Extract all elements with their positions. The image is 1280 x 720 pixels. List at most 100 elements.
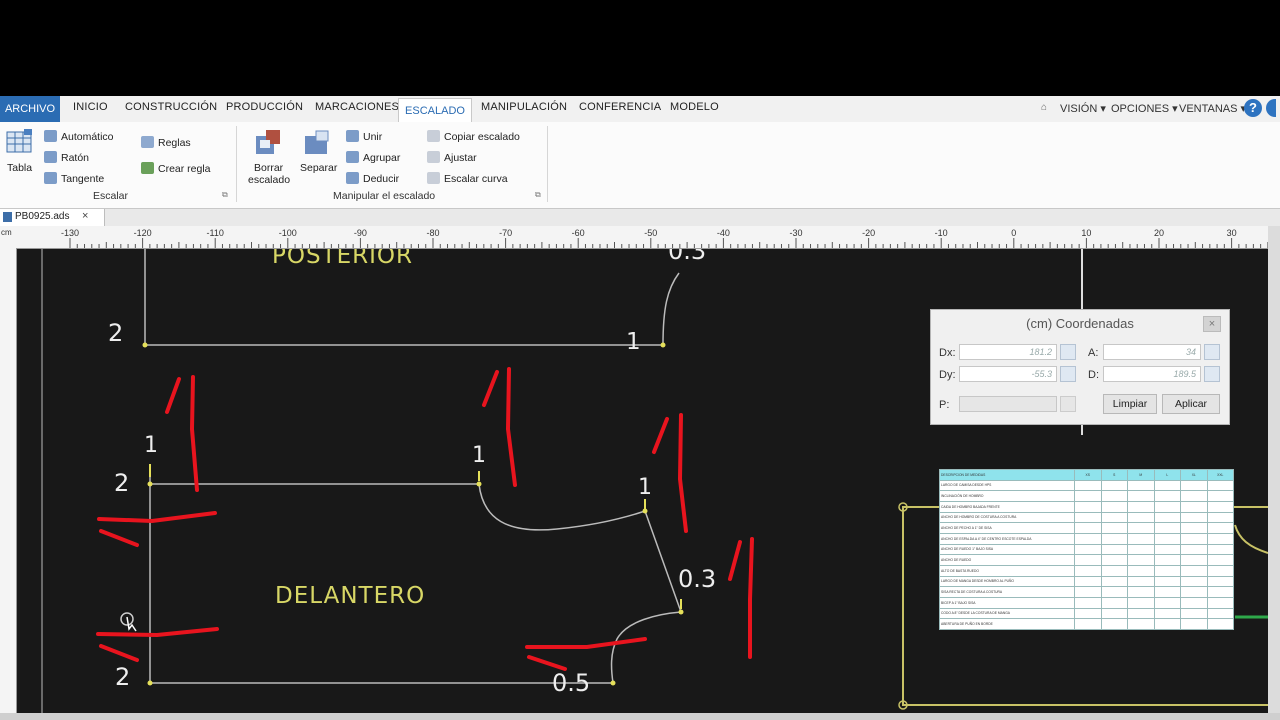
vertical-scrollbar[interactable] xyxy=(1268,226,1280,716)
reglas-icon xyxy=(141,136,154,148)
escalar-curva-label: Escalar curva xyxy=(444,173,508,185)
dialog-launcher-icon[interactable]: ⧉ xyxy=(535,190,541,200)
tab-construccion[interactable]: CONSTRUCCIÓN xyxy=(125,101,217,113)
eraser-icon xyxy=(256,130,280,154)
tab-produccion[interactable]: PRODUCCIÓN xyxy=(226,101,303,113)
measure-value-cell xyxy=(1206,586,1234,598)
measure-value-cell xyxy=(1127,618,1155,630)
measure-value-cell xyxy=(1074,500,1102,513)
red-mark xyxy=(99,529,139,547)
lock-icon[interactable] xyxy=(1204,344,1220,360)
ribbon-tab-bar: ARCHIVO INICIO CONSTRUCCIÓN PRODUCCIÓN M… xyxy=(0,96,1280,123)
measure-value-cell xyxy=(1206,500,1234,513)
agrupar-button[interactable]: Agrupar xyxy=(346,151,400,164)
menu-ventanas[interactable]: VENTANAS ▾ xyxy=(1179,102,1246,115)
lock-icon[interactable] xyxy=(1204,366,1220,382)
measure-value-cell xyxy=(1180,500,1208,513)
crear-regla-label: Crear regla xyxy=(158,163,211,175)
tab-modelo[interactable]: MODELO xyxy=(670,101,719,113)
document-tab[interactable]: PB0925.ads × xyxy=(0,209,105,226)
aplicar-button[interactable]: Aplicar xyxy=(1162,394,1220,414)
help-icon-partial[interactable] xyxy=(1266,99,1276,117)
frame-curve xyxy=(1234,524,1268,554)
red-mark xyxy=(525,637,647,649)
menu-vision[interactable]: VISIÓN ▾ xyxy=(1060,102,1106,115)
tab-escalado[interactable]: ESCALADO xyxy=(398,98,472,123)
measure-value-cell xyxy=(1127,554,1155,566)
table-row: LARGO DE MANGA DESDE HOMBRO AL PUÑO xyxy=(939,575,1234,588)
red-mark xyxy=(527,655,567,671)
deducir-button[interactable]: Deducir xyxy=(346,172,399,185)
ruler-ticks xyxy=(69,238,1268,248)
coordinates-dialog: (cm) Coordenadas × Dx: 181.2 Dy: -55.3 A… xyxy=(930,309,1230,425)
measure-value-cell xyxy=(1153,543,1181,556)
tab-conferencia[interactable]: CONFERENCIA xyxy=(579,101,661,113)
tangente-label: Tangente xyxy=(61,173,105,185)
measure-value-cell xyxy=(1180,586,1208,598)
grade-point xyxy=(678,609,684,615)
dy-field[interactable]: -55.3 xyxy=(959,366,1057,382)
grade-point xyxy=(610,680,616,686)
copiar-escalado-button[interactable]: Copiar escalado xyxy=(427,130,520,143)
piece-label-delantero: DELANTERO xyxy=(275,583,426,609)
escalar-curva-button[interactable]: Escalar curva xyxy=(427,172,508,185)
dy-label: Dy: xyxy=(939,369,956,381)
borrar-escalado-button[interactable] xyxy=(252,128,284,158)
measure-value-cell xyxy=(1206,511,1234,524)
borrar-label-2: escalado xyxy=(248,174,291,186)
measure-value-cell xyxy=(1127,564,1155,577)
red-mark xyxy=(728,540,742,581)
crear-regla-button[interactable]: Crear regla xyxy=(141,162,211,175)
measure-label-cell: LARGO DE MANGA DESDE HOMBRO AL PUÑO xyxy=(939,575,1075,588)
ajustar-button[interactable]: Ajustar xyxy=(427,151,477,164)
tab-archivo[interactable]: ARCHIVO xyxy=(0,96,60,122)
table-header-row: DESCRIPCION DE MEDIDAS XS S M L XL XXL xyxy=(939,469,1234,481)
measure-value-cell xyxy=(1153,618,1181,630)
lock-icon[interactable] xyxy=(1060,344,1076,360)
close-icon[interactable]: × xyxy=(1203,316,1221,332)
tab-inicio[interactable]: INICIO xyxy=(73,101,108,113)
close-icon[interactable]: × xyxy=(82,210,88,222)
tab-manipulacion[interactable]: MANIPULACIÓN xyxy=(481,101,567,113)
measure-value-cell xyxy=(1100,490,1128,502)
d-field[interactable]: 189.5 xyxy=(1103,366,1201,382)
raton-button[interactable]: Ratón xyxy=(44,151,89,164)
measure-value-cell xyxy=(1180,618,1208,630)
size-spec-table: DESCRIPCION DE MEDIDAS XS S M L XL XXL LARGO DE… xyxy=(939,469,1234,630)
group-escalar-label: Escalar xyxy=(93,190,129,202)
measure-value-cell xyxy=(1074,554,1102,566)
home-icon[interactable]: ⌂ xyxy=(1041,102,1047,113)
grade-point xyxy=(142,342,148,348)
p-label: P: xyxy=(939,399,950,411)
table-row: ABERTURA DE PUÑO EN BORDE xyxy=(939,618,1234,630)
measure-value-cell xyxy=(1206,607,1234,620)
limpiar-button[interactable]: Limpiar xyxy=(1103,394,1157,414)
tangente-button[interactable]: Tangente xyxy=(44,172,104,185)
separar-button[interactable] xyxy=(302,128,334,158)
measure-value-cell xyxy=(1074,532,1102,545)
help-button[interactable]: ? xyxy=(1244,99,1262,117)
table-row: ANCHO DE RUEDO xyxy=(939,554,1234,566)
automatico-label: Automático xyxy=(61,131,114,143)
tabla-button[interactable] xyxy=(4,128,34,156)
crear-regla-icon xyxy=(141,162,154,174)
dialog-launcher-icon[interactable]: ⧉ xyxy=(222,190,228,200)
dx-field[interactable]: 181.2 xyxy=(959,344,1057,360)
reglas-button[interactable]: Reglas xyxy=(141,136,191,149)
measure-value-cell xyxy=(1153,564,1181,577)
unir-button[interactable]: Unir xyxy=(346,130,382,143)
automatico-button[interactable]: Automático xyxy=(44,130,114,143)
table-icon xyxy=(6,129,32,153)
size-header-cell: S xyxy=(1100,469,1128,481)
a-field[interactable]: 34 xyxy=(1103,344,1201,360)
file-icon xyxy=(3,212,12,222)
menu-opciones[interactable]: OPCIONES ▾ xyxy=(1111,102,1178,115)
tab-marcaciones[interactable]: MARCACIONES xyxy=(315,101,399,113)
measure-value-cell xyxy=(1074,564,1102,577)
measure-value-cell xyxy=(1153,554,1181,566)
table-row: CODO A 8" DESDE LA COSTURA DE MANGA xyxy=(939,607,1234,620)
lock-icon[interactable] xyxy=(1060,366,1076,382)
grade-label: 0.5 xyxy=(552,669,591,697)
measure-value-cell xyxy=(1180,479,1208,492)
grade-label: 0.3 xyxy=(678,565,717,593)
